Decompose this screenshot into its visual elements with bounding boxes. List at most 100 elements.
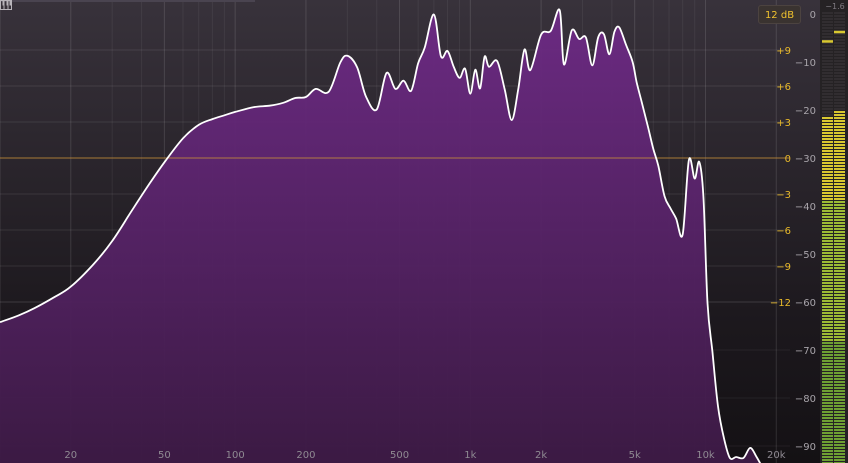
meter-segment — [834, 270, 845, 272]
meter-segment — [834, 156, 845, 158]
level-tick-label: −10 — [795, 58, 816, 69]
meter-segment — [822, 402, 833, 404]
meter-segment — [822, 108, 833, 110]
meter-segment — [822, 375, 833, 377]
level-tick-label: −40 — [795, 202, 816, 213]
meter-segment — [822, 270, 833, 272]
meter-segment — [834, 309, 845, 311]
meter-segment — [834, 102, 845, 104]
meter-segment — [834, 15, 845, 17]
meter-segment — [822, 273, 833, 275]
gain-tick-label: −3 — [776, 190, 791, 201]
meter-segment — [834, 39, 845, 41]
meter-segment — [822, 360, 833, 362]
meter-segment — [834, 339, 845, 341]
meter-segment — [834, 186, 845, 188]
level-meter-bars — [820, 0, 848, 463]
meter-segment — [822, 336, 833, 338]
meter-segment — [834, 318, 845, 320]
meter-segment — [822, 267, 833, 269]
meter-segment — [834, 423, 845, 425]
meter-segment — [834, 375, 845, 377]
meter-segment — [834, 114, 845, 116]
meter-segment — [834, 222, 845, 224]
meter-segment — [834, 372, 845, 374]
meter-segment — [834, 264, 845, 266]
meter-segment — [834, 72, 845, 74]
meter-segment — [834, 369, 845, 371]
meter-segment — [822, 111, 833, 113]
meter-segment — [822, 303, 833, 305]
gain-tick-label: +9 — [776, 46, 791, 57]
meter-segment — [834, 390, 845, 392]
meter-segment — [834, 417, 845, 419]
meter-segment — [834, 180, 845, 182]
meter-segment — [822, 318, 833, 320]
meter-segment — [822, 114, 833, 116]
meter-segment — [822, 75, 833, 77]
level-tick-label: −50 — [795, 250, 816, 261]
meter-segment — [834, 12, 845, 14]
peak-readout[interactable]: −1.6 — [822, 2, 848, 11]
meter-segment — [822, 27, 833, 29]
meter-segment — [834, 267, 845, 269]
meter-segment — [834, 21, 845, 23]
meter-segment — [834, 153, 845, 155]
meter-segment — [822, 147, 833, 149]
meter-segment — [822, 444, 833, 446]
meter-segment — [822, 342, 833, 344]
meter-segment — [834, 363, 845, 365]
frequency-tick-label: 20k — [767, 450, 786, 461]
meter-segment — [822, 348, 833, 350]
meter-segment — [834, 384, 845, 386]
piano-keys-icon[interactable] — [0, 0, 12, 10]
meter-segment — [822, 249, 833, 251]
meter-segment — [822, 438, 833, 440]
meter-segment — [822, 384, 833, 386]
level-tick-label: 0 — [810, 10, 816, 21]
meter-segment — [822, 288, 833, 290]
spectrum-display[interactable]: +9 +6 +3 0 −3 −6 −9 −12 0 −10 −20 −30 −40 −50 −60 −70 −8… — [0, 0, 820, 463]
meter-segment — [822, 159, 833, 161]
meter-segment — [822, 258, 833, 260]
meter-segment — [834, 111, 845, 113]
meter-segment — [822, 48, 833, 50]
spectrum-chart: +9 +6 +3 0 −3 −6 −9 −12 0 −10 −20 −30 −40 −50 −60 −70 −8… — [0, 0, 816, 463]
meter-segment — [822, 240, 833, 242]
meter-segment — [834, 120, 845, 122]
meter-segment — [834, 225, 845, 227]
meter-segment — [822, 24, 833, 26]
meter-segment — [822, 186, 833, 188]
meter-segment — [822, 285, 833, 287]
meter-segment — [822, 30, 833, 32]
meter-segment — [822, 312, 833, 314]
meter-segment — [834, 129, 845, 131]
level-tick-label: −70 — [795, 346, 816, 357]
meter-segment — [834, 18, 845, 20]
meter-segment — [822, 300, 833, 302]
meter-segment — [822, 453, 833, 455]
meter-segment — [822, 369, 833, 371]
meter-segment — [834, 459, 845, 461]
meter-segment — [834, 117, 845, 119]
meter-segment — [834, 27, 845, 29]
meter-segment — [834, 51, 845, 53]
meter-segment — [822, 420, 833, 422]
meter-segment — [822, 60, 833, 62]
meter-segment — [834, 45, 845, 47]
meter-segment — [822, 414, 833, 416]
gain-tick-label: +3 — [776, 118, 791, 129]
meter-segment — [834, 354, 845, 356]
meter-segment — [822, 207, 833, 209]
range-button[interactable]: 12 dB — [758, 5, 801, 24]
title-bar-strip — [0, 0, 255, 2]
meter-segment — [822, 231, 833, 233]
spectrum-fill — [0, 9, 786, 463]
meter-segment — [822, 132, 833, 134]
meter-segment — [822, 357, 833, 359]
meter-segment — [834, 201, 845, 203]
meter-segment — [834, 288, 845, 290]
meter-segment — [822, 291, 833, 293]
meter-segment — [822, 87, 833, 89]
meter-segment — [822, 21, 833, 23]
